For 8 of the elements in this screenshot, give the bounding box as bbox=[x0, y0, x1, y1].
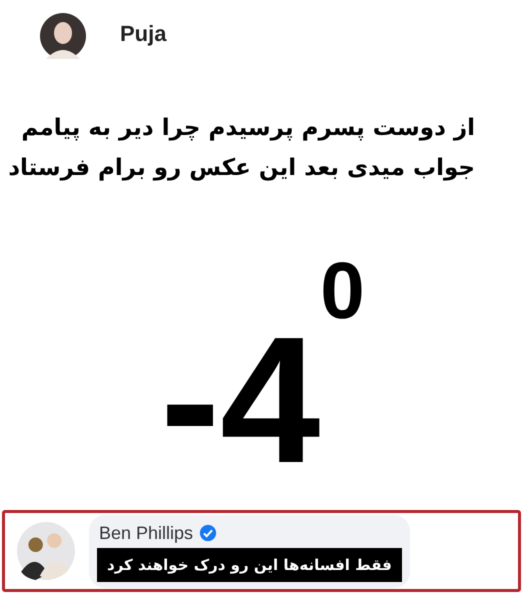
post-text: از دوست پسرم پرسیدم چرا دیر به پیامم bbox=[21, 115, 475, 141]
avatar-icon bbox=[40, 13, 86, 59]
commenter-name: Ben Phillips bbox=[99, 522, 194, 544]
comment-text: فقط افسانه‌ها این رو درک خواهند کرد bbox=[97, 548, 402, 582]
avatar-icon bbox=[17, 522, 75, 580]
author-name: Puja bbox=[120, 21, 166, 47]
post-text: جواب میدی بعد این عکس رو برام فرستاد bbox=[8, 155, 475, 181]
temperature-text: -4$^{0}$ bbox=[160, 251, 365, 491]
